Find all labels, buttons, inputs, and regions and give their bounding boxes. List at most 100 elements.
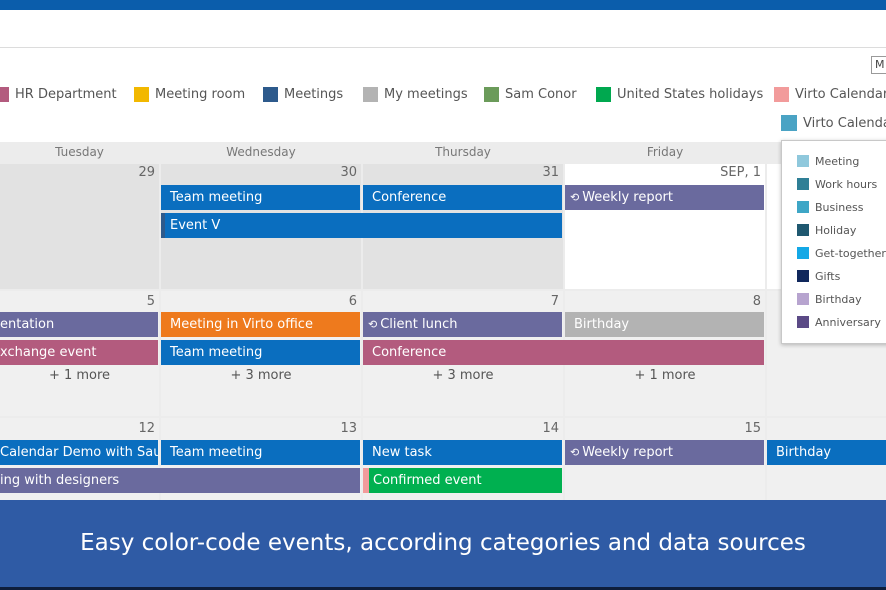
event-conference[interactable]: Conference — [363, 185, 562, 210]
event-label: Confirmed event — [373, 473, 482, 488]
event-label: Meeting in Virto office — [170, 317, 313, 332]
recurring-icon: ⟲ — [570, 191, 580, 204]
category-label: Get-together — [815, 246, 886, 260]
category-label: Birthday — [815, 292, 862, 306]
category-swatch — [797, 178, 809, 190]
event-label: Client lunch — [380, 317, 458, 332]
category-label: Gifts — [815, 269, 841, 283]
event-label: Weekly report — [582, 190, 673, 205]
legend-label: United States holidays — [617, 86, 764, 102]
day-cell[interactable] — [565, 164, 765, 289]
event-designers[interactable]: ing with designers — [0, 468, 360, 493]
category-swatch — [797, 247, 809, 259]
category-item[interactable]: Birthday — [797, 291, 862, 307]
event-v[interactable]: Event V — [161, 213, 562, 238]
category-swatch — [797, 293, 809, 305]
day-number: 8 — [752, 294, 761, 309]
event-label: Conference — [372, 345, 447, 360]
legend-item-us-holidays[interactable]: United States holidays — [596, 84, 763, 104]
event-label: Birthday — [776, 445, 832, 460]
event-birthday[interactable]: Birthday — [565, 312, 764, 337]
legend-label: Sam Conor — [505, 86, 577, 102]
event-team-meeting[interactable]: Team meeting — [161, 185, 360, 210]
more-events-link[interactable]: + 3 more — [363, 368, 563, 383]
day-number: 12 — [138, 421, 155, 436]
category-label: Business — [815, 200, 864, 214]
day-number: 6 — [348, 294, 357, 309]
event-label: ing with designers — [0, 473, 120, 488]
event-client-lunch[interactable]: ⟲ Client lunch — [363, 312, 562, 337]
event-team-meeting[interactable]: Team meeting — [161, 440, 360, 465]
more-events-link[interactable]: + 3 more — [161, 368, 361, 383]
legend-swatch — [774, 86, 789, 102]
event-label: Event V — [170, 218, 221, 233]
legend-label: HR Department — [15, 86, 117, 102]
event-meeting-virto-office[interactable]: Meeting in Virto office — [161, 312, 360, 337]
legend-item-meetings[interactable]: Meetings — [263, 84, 343, 104]
legend-label: My meetings — [384, 86, 468, 102]
category-item[interactable]: Meeting — [797, 153, 859, 169]
event-new-task[interactable]: New task — [363, 440, 562, 465]
weekday-header-tuesday: Tuesday — [55, 145, 104, 159]
category-label: Meeting — [815, 154, 860, 168]
day-number: SEP, 1 — [720, 165, 761, 180]
more-events-link[interactable]: + 1 more — [0, 368, 159, 383]
legend-label: Meetings — [284, 86, 344, 102]
legend-swatch — [0, 86, 9, 102]
banner-text: Easy color-code events, according catego… — [80, 530, 806, 556]
category-swatch — [797, 224, 809, 236]
legend-item-hr-department[interactable]: HR Department — [0, 84, 117, 104]
day-number: 7 — [550, 294, 559, 309]
event-label: Birthday — [574, 317, 630, 332]
event-label: Team meeting — [170, 190, 263, 205]
event-confirmed[interactable]: Confirmed event — [363, 468, 562, 493]
event-label: Team meeting — [170, 445, 263, 460]
event-weekly-report[interactable]: ⟲ Weekly report — [565, 440, 764, 465]
day-number: 14 — [542, 421, 559, 436]
category-swatch — [797, 201, 809, 213]
event-calendar-demo[interactable]: Calendar Demo with Saul — [0, 440, 158, 465]
event-label: xchange event — [0, 345, 97, 360]
category-item[interactable]: Holiday — [797, 222, 856, 238]
legend-swatch — [263, 86, 278, 102]
event-team-meeting[interactable]: Team meeting — [161, 340, 360, 365]
category-label: Anniversary — [815, 315, 881, 329]
view-select[interactable]: M — [871, 56, 886, 74]
recurring-icon: ⟲ — [368, 318, 378, 331]
day-number: 13 — [340, 421, 357, 436]
promo-banner: Easy color-code events, according catego… — [0, 500, 886, 590]
legend-label: Meeting room — [155, 86, 246, 102]
event-label: Conference — [372, 190, 447, 205]
legend-item-virto-calendar-demo[interactable]: Virto Calendar D — [774, 84, 886, 104]
event-birthday[interactable]: Birthday — [767, 440, 886, 465]
event-label: New task — [372, 445, 432, 460]
event-conference[interactable]: Conference — [363, 340, 764, 365]
legend-item-sam-conor[interactable]: Sam Conor — [484, 84, 577, 104]
more-events-link[interactable]: + 1 more — [565, 368, 765, 383]
app-top-bar — [0, 0, 886, 10]
day-cell[interactable] — [0, 164, 159, 289]
event-label: entation — [0, 317, 55, 332]
legend-item-virto-calendar[interactable]: Virto Calendar — [781, 113, 886, 133]
category-swatch — [797, 270, 809, 282]
event-weekly-report[interactable]: ⟲ Weekly report — [565, 185, 764, 210]
category-item[interactable]: Get-together — [797, 245, 886, 261]
day-number: 30 — [340, 165, 357, 180]
legend-item-my-meetings[interactable]: My meetings — [363, 84, 468, 104]
legend-swatch — [363, 86, 378, 102]
weekday-header-friday: Friday — [646, 145, 684, 159]
day-number: 31 — [542, 165, 559, 180]
legend-item-meeting-room[interactable]: Meeting room — [134, 84, 245, 104]
legend-swatch — [484, 86, 499, 102]
category-item[interactable]: Anniversary — [797, 314, 881, 330]
day-number: 29 — [138, 165, 155, 180]
legend-swatch — [596, 86, 611, 102]
category-swatch — [797, 155, 809, 167]
event-label: Team meeting — [170, 345, 263, 360]
category-item[interactable]: Work hours — [797, 176, 877, 192]
category-label: Holiday — [815, 223, 857, 237]
category-item[interactable]: Gifts — [797, 268, 840, 284]
category-item[interactable]: Business — [797, 199, 864, 215]
event-presentation[interactable]: entation — [0, 312, 158, 337]
event-exchange[interactable]: xchange event — [0, 340, 158, 365]
